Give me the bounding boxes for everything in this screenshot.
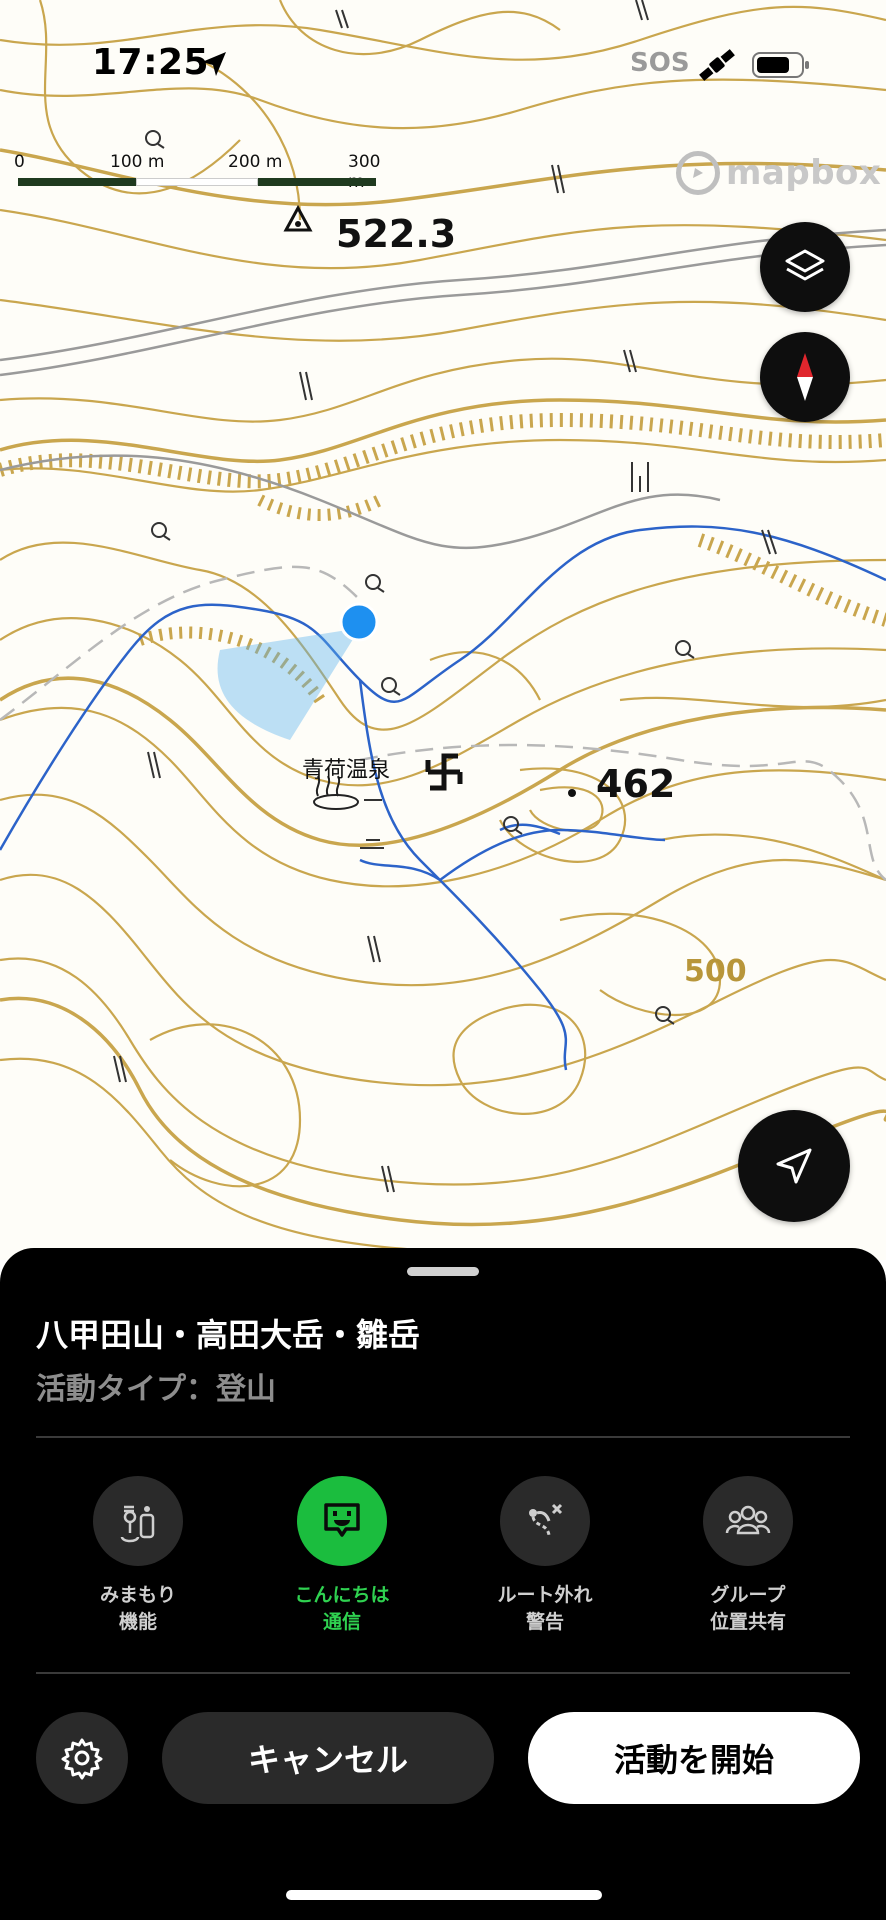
battery-icon: [752, 52, 809, 78]
mapbox-logo-icon: [676, 151, 720, 195]
sheet-grabber[interactable]: [407, 1267, 479, 1276]
divider: [36, 1436, 850, 1438]
sos-indicator: SOS: [630, 48, 690, 78]
mapbox-wordmark: mapbox: [726, 153, 882, 193]
gear-icon: [61, 1738, 103, 1780]
feature-group-location-share[interactable]: グループ 位置共有: [663, 1476, 833, 1636]
satellite-icon: [699, 49, 735, 81]
mountain-title: 八甲田山・高田大岳・雛岳: [36, 1316, 421, 1354]
feature-hello-communication[interactable]: こんにちは 通信: [257, 1476, 427, 1636]
scale-label-0: 0: [14, 152, 25, 172]
home-indicator[interactable]: [286, 1890, 602, 1900]
feature-label: グループ 位置共有: [709, 1584, 786, 1633]
scale-label-200: 200 m: [228, 152, 283, 172]
scale-segment: [136, 178, 258, 186]
start-activity-button[interactable]: 活動を開始: [528, 1712, 860, 1804]
current-location-button[interactable]: [738, 1110, 850, 1222]
activity-type: 活動タイプ：登山: [36, 1372, 276, 1407]
status-bar: 17:25 SOS: [0, 0, 886, 120]
feature-label: みまもり 機能: [99, 1584, 176, 1633]
scale-segment: [258, 178, 376, 186]
settings-button[interactable]: [36, 1712, 128, 1804]
navigation-arrow-icon: [776, 1148, 812, 1184]
mapbox-attribution[interactable]: mapbox: [676, 150, 881, 196]
activity-bottom-sheet: 八甲田山・高田大岳・雛岳 活動タイプ：登山 みまもり 機能 こんにちは 通信 ル…: [0, 1248, 886, 1920]
divider: [36, 1672, 850, 1674]
map-scale-bar: 0 100 m 200 m 300 m: [14, 152, 394, 192]
group-share-icon: [703, 1476, 793, 1566]
feature-label: こんにちは 通信: [294, 1584, 390, 1633]
feature-label: ルート外れ 警告: [497, 1584, 593, 1633]
feature-off-route-warning[interactable]: ルート外れ 警告: [460, 1476, 630, 1636]
scale-label-300: 300 m: [348, 152, 381, 192]
map-view[interactable]: 17:25 SOS 0 100 m 200 m 300 m m: [0, 0, 886, 1260]
cancel-button[interactable]: キャンセル: [162, 1712, 494, 1804]
status-time: 17:25: [92, 42, 210, 83]
peak-elevation-label: 522.3: [336, 212, 457, 256]
compass-icon: [797, 353, 813, 401]
contour-value-label: 500: [684, 954, 747, 989]
feature-watch-over[interactable]: みまもり 機能: [53, 1476, 223, 1636]
spot-elevation-label: 462: [596, 762, 676, 806]
scale-segment: [18, 178, 136, 186]
map-layers-button[interactable]: [760, 222, 850, 312]
onsen-label: 青荷温泉: [302, 758, 391, 783]
compass-button[interactable]: [760, 332, 850, 422]
hello-chat-icon: [297, 1476, 387, 1566]
scale-label-100: 100 m: [110, 152, 165, 172]
watch-over-icon: [93, 1476, 183, 1566]
location-services-icon: [202, 52, 226, 76]
off-route-icon: [500, 1476, 590, 1566]
layers-icon: [785, 249, 825, 281]
